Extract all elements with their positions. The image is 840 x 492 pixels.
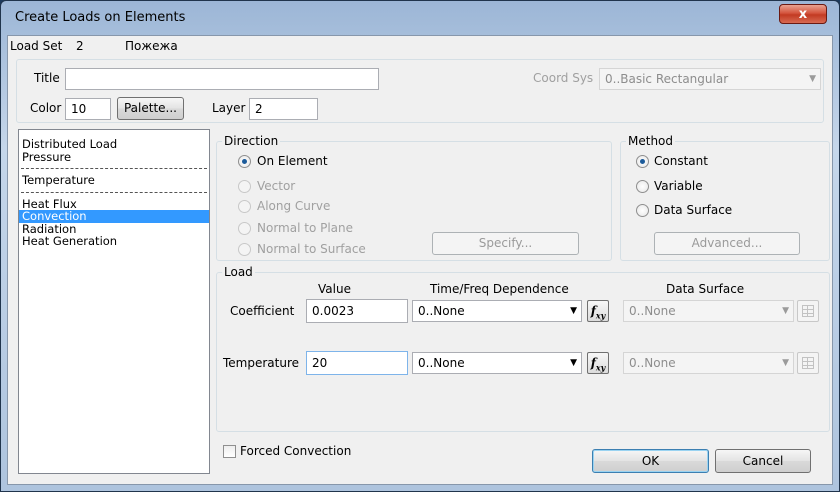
list-item[interactable]: Pressure [19,150,209,164]
dialog-client-area: Load Set 2 Пожежа Title Coord Sys 0..Bas… [7,35,833,485]
method-option-label: Constant [654,154,708,168]
coefficient-label: Coefficient [230,304,295,318]
list-separator [21,191,207,193]
specify-button[interactable]: Specify... [432,232,579,255]
radio-normal-to-surface[interactable] [238,243,251,256]
column-header-value: Value [318,282,351,296]
column-header-surface: Data Surface [666,282,745,296]
direction-option-label: Normal to Surface [257,242,366,256]
temperature-input[interactable]: 20 [306,351,408,375]
load-type-list[interactable]: Distributed Load Pressure Temperature He… [18,129,210,474]
chevron-down-icon: ▼ [570,358,577,368]
temperature-label: Temperature [223,356,300,370]
temperature-time-dropdown[interactable]: 0..None ▼ [412,352,582,374]
table-grid-icon[interactable] [797,300,819,322]
advanced-button[interactable]: Advanced... [654,232,800,255]
coefficient-surface-value: 0..None [629,304,676,318]
title-label: Title [34,71,60,85]
list-separator [21,168,207,169]
load-set-label: Load Set [10,39,63,53]
forced-convection-label: Forced Convection [240,444,352,458]
radio-on-element[interactable] [238,155,251,168]
close-button[interactable]: x [779,4,827,24]
load-set-number: 2 [76,39,84,53]
chevron-down-icon: ▼ [809,74,816,84]
table-grid-icon[interactable] [797,352,819,374]
radio-variable[interactable] [636,180,649,193]
color-input[interactable]: 10 [65,98,111,120]
direction-title: Direction [222,134,281,148]
list-item[interactable]: Distributed Load [19,138,209,151]
direction-option-label: Normal to Plane [257,221,354,235]
list-item[interactable]: Heat Generation [19,235,209,248]
temperature-time-value: 0..None [418,356,465,370]
fxy-function-icon[interactable]: fxy [587,300,609,322]
dialog-window: Create Loads on Elements x Load Set 2 По… [0,0,840,492]
title-input[interactable] [65,68,379,90]
coefficient-input[interactable]: 0.0023 [306,299,408,323]
method-option-label: Variable [654,179,703,193]
chevron-down-icon: ▼ [782,358,789,368]
direction-option-label: Along Curve [257,199,331,213]
palette-button[interactable]: Palette... [117,97,184,120]
chevron-down-icon: ▼ [782,306,789,316]
chevron-down-icon: ▼ [570,306,577,316]
coord-sys-value: 0..Basic Rectangular [605,72,729,86]
layer-label: Layer [212,101,246,115]
method-title: Method [626,134,676,148]
method-option-label: Data Surface [654,203,733,217]
coord-sys-label: Coord Sys [533,71,594,85]
list-item[interactable]: Temperature [19,174,209,187]
radio-normal-to-plane[interactable] [238,222,251,235]
load-title: Load [222,265,255,279]
coord-sys-dropdown[interactable]: 0..Basic Rectangular ▼ [599,68,821,90]
window-title: Create Loads on Elements [15,10,186,25]
temperature-surface-value: 0..None [629,356,676,370]
load-set-name: Пожежа [125,39,178,53]
title-bar[interactable]: Create Loads on Elements x [1,1,839,35]
radio-along-curve[interactable] [238,200,251,213]
coefficient-time-value: 0..None [418,304,465,318]
coefficient-time-dropdown[interactable]: 0..None ▼ [412,300,582,322]
fxy-icon-sub: xy [595,310,606,321]
forced-convection-checkbox[interactable] [223,445,236,458]
radio-vector[interactable] [238,180,251,193]
coefficient-surface-dropdown[interactable]: 0..None ▼ [623,300,794,322]
cancel-button[interactable]: Cancel [715,449,811,473]
list-item-selected[interactable]: Convection [19,210,209,223]
temperature-surface-dropdown[interactable]: 0..None ▼ [623,352,794,374]
fxy-icon-sub: xy [595,362,606,373]
column-header-time: Time/Freq Dependence [430,282,569,296]
direction-option-label: On Element [257,154,328,168]
layer-input[interactable]: 2 [249,98,318,120]
ok-button[interactable]: OK [592,449,709,473]
color-label: Color [30,101,62,115]
fxy-function-icon[interactable]: fxy [587,352,609,374]
direction-option-label: Vector [257,179,296,193]
radio-data-surface[interactable] [636,204,649,217]
radio-constant[interactable] [636,155,649,168]
